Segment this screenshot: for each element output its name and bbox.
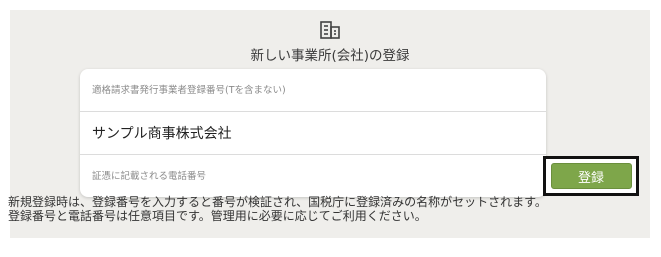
company-name-input[interactable]	[80, 112, 546, 154]
registration-number-input[interactable]	[80, 69, 546, 111]
help-text-line-2: 登録番号と電話番号は任意項目です。管理用に必要に応じてご利用ください。	[8, 209, 427, 223]
register-button-highlight: 登録	[543, 156, 639, 196]
help-text-line-1: 新規登録時は、登録番号を入力すると番号が検証され、国税庁に登録済みの名称がセット…	[8, 195, 547, 209]
phone-number-input[interactable]	[80, 155, 546, 197]
help-text: 新規登録時は、登録番号を入力すると番号が検証され、国税庁に登録済みの名称がセット…	[8, 195, 638, 223]
building-icon	[10, 20, 650, 40]
register-button[interactable]: 登録	[550, 163, 632, 189]
registration-form-card	[80, 69, 546, 197]
page-title: 新しい事業所(会社)の登録	[250, 48, 410, 64]
